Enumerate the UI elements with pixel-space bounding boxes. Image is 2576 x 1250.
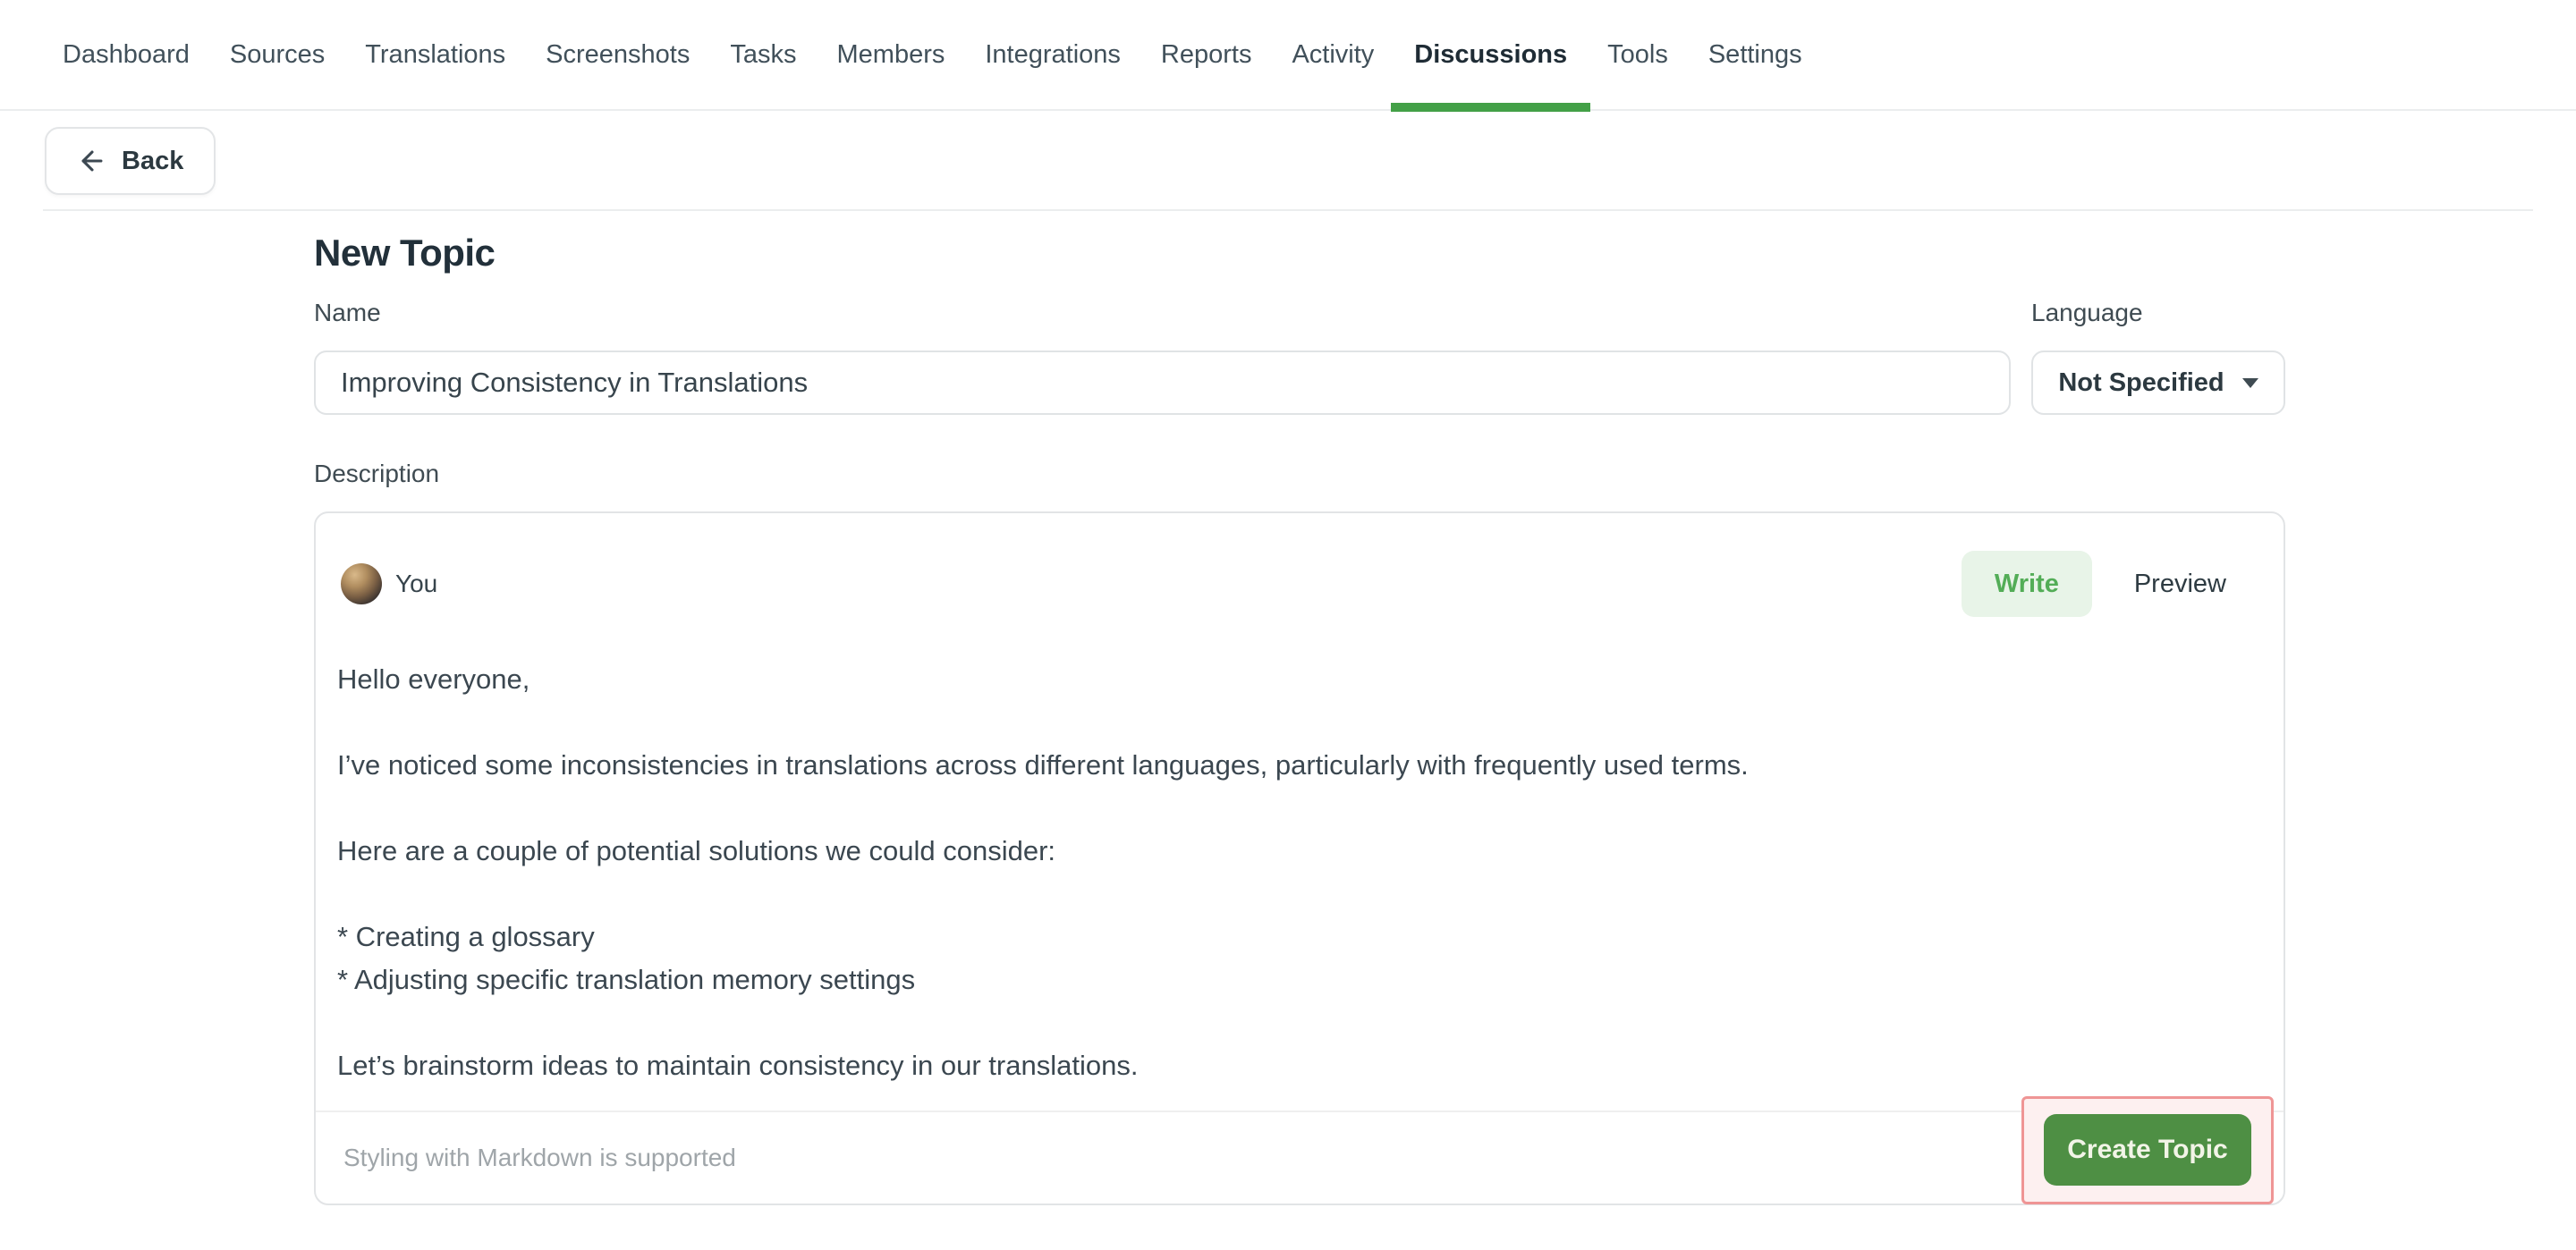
back-button[interactable]: Back <box>45 127 216 195</box>
editor-header: You Write Preview <box>316 513 2284 617</box>
avatar <box>341 563 382 604</box>
editor-tab-group: Write Preview <box>1962 551 2251 617</box>
arrow-left-icon <box>77 146 107 176</box>
name-label: Name <box>314 299 2011 327</box>
tab-tools[interactable]: Tools <box>1607 0 1668 110</box>
back-button-label: Back <box>122 147 183 176</box>
markdown-hint: Styling with Markdown is supported <box>343 1144 736 1172</box>
tab-settings[interactable]: Settings <box>1708 0 1802 110</box>
chevron-down-icon <box>2242 378 2258 388</box>
topic-name-input[interactable] <box>314 351 2011 415</box>
description-editor-card: You Write Preview Hello everyone, I’ve n… <box>314 511 2285 1205</box>
tab-discussions-label: Discussions <box>1414 40 1567 70</box>
description-textarea[interactable]: Hello everyone, I’ve noticed some incons… <box>316 617 2284 1111</box>
tab-members[interactable]: Members <box>837 0 945 110</box>
annotation-highlight-box: Create Topic <box>2021 1096 2274 1204</box>
tab-tasks[interactable]: Tasks <box>730 0 796 110</box>
editor-footer: Styling with Markdown is supported Creat… <box>316 1112 2284 1204</box>
tab-preview[interactable]: Preview <box>2134 570 2226 599</box>
tab-integrations[interactable]: Integrations <box>985 0 1121 110</box>
page-title: New Topic <box>314 231 2576 275</box>
author-name: You <box>395 570 437 598</box>
tab-screenshots[interactable]: Screenshots <box>546 0 690 110</box>
language-label: Language <box>2031 299 2285 327</box>
top-navigation: Dashboard Sources Translations Screensho… <box>0 0 2576 111</box>
back-toolbar: Back <box>0 111 2576 209</box>
tab-dashboard[interactable]: Dashboard <box>63 0 190 110</box>
tab-sources[interactable]: Sources <box>230 0 325 110</box>
tab-activity[interactable]: Activity <box>1292 0 1374 110</box>
tab-write[interactable]: Write <box>1962 551 2092 617</box>
name-field-group: Name <box>314 299 2011 415</box>
create-topic-button[interactable]: Create Topic <box>2044 1114 2251 1186</box>
main-content: New Topic Name Language Not Specified De… <box>0 231 2576 1205</box>
language-dropdown[interactable]: Not Specified <box>2031 351 2285 415</box>
description-label: Description <box>314 460 2576 488</box>
tab-discussions[interactable]: Discussions <box>1414 0 1567 110</box>
language-dropdown-value: Not Specified <box>2058 368 2224 398</box>
language-field-group: Language Not Specified <box>2031 299 2285 415</box>
topic-form-row: Name Language Not Specified <box>314 299 2285 415</box>
app-window: Dashboard Sources Translations Screensho… <box>0 0 2576 1250</box>
tab-reports[interactable]: Reports <box>1161 0 1252 110</box>
tab-translations[interactable]: Translations <box>365 0 505 110</box>
content-divider <box>43 209 2533 211</box>
